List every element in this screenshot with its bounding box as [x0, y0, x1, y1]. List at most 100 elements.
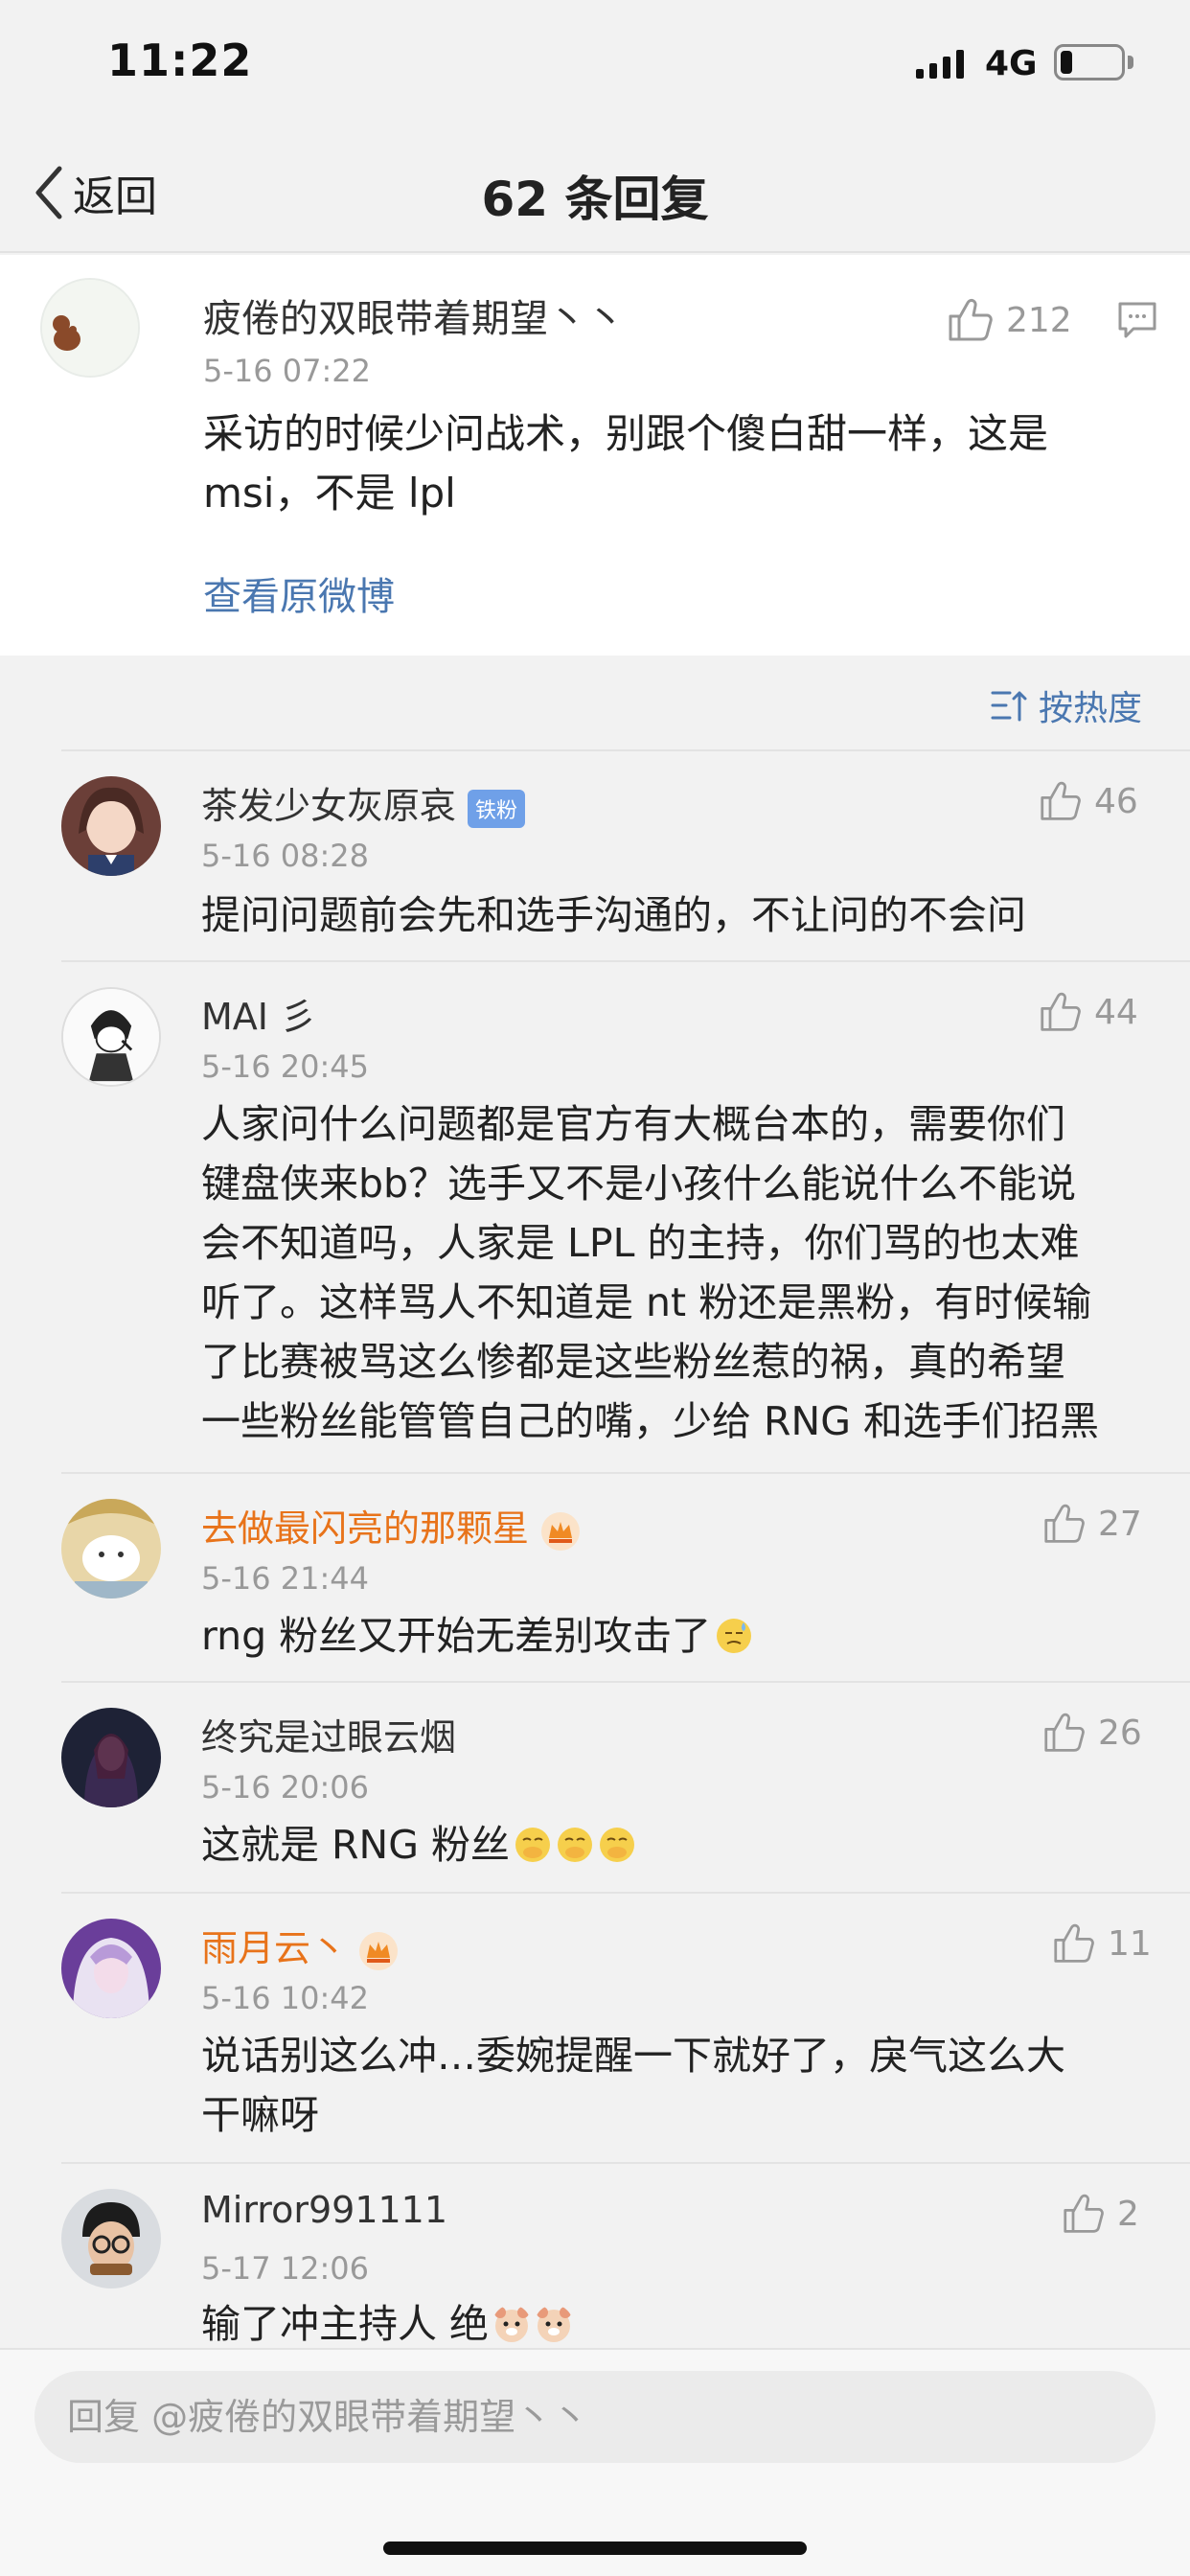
content-line: 提问问题前会先和选手沟通的，不让问的不会问	[201, 892, 1026, 938]
content-line: 会不知道吗，人家是 LPL 的主持，你们骂的也太难	[201, 1220, 1080, 1266]
reply-time: 5-16 21:44	[201, 1560, 370, 1597]
reply-username[interactable]: 终究是过眼云烟	[201, 1708, 456, 1760]
dark-portrait-avatar-icon	[61, 1708, 161, 1807]
thumbs-up-icon	[1041, 992, 1081, 1031]
covering-mouth-emoji-icon	[515, 1828, 550, 1862]
cartoon-cat-avatar-icon	[61, 1499, 161, 1598]
thumbs-up-icon	[949, 298, 993, 341]
content-line: 听了。这样骂人不知道是 nt 粉还是黑粉，有时候输	[201, 1279, 1092, 1325]
like-count: 11	[1108, 1923, 1152, 1964]
reply-like-button[interactable]: 44	[1039, 991, 1138, 1033]
reply-like-button[interactable]: 27	[1042, 1503, 1142, 1545]
content-line: msi，不是 lpl	[203, 470, 456, 517]
avatar[interactable]	[61, 1708, 161, 1807]
reply-time: 5-16 08:28	[201, 838, 370, 874]
nav-bar: 返回 62 条回复	[0, 134, 1190, 253]
hamster-emoji-icon	[494, 2307, 530, 2342]
like-count: 46	[1094, 781, 1138, 821]
content-line: 键盘侠来bb？选手又不是小孩什么能说什么不能说	[201, 1161, 1077, 1207]
sweat-emoji-icon	[717, 1619, 752, 1653]
content-line: 一些粉丝能管管自己的嘴，少给 RNG 和选手们招黑	[201, 1398, 1099, 1444]
thumbs-up-icon	[1041, 781, 1081, 820]
reply-item: 去做最闪亮的那颗星 5-16 21:44 27 rng 粉丝又开始无差别攻击了	[61, 1472, 1190, 1681]
reply-item: 雨月云丶 5-16 10:42 11 说话别这么冲…委婉提醒一下就好了，戾气这么…	[61, 1892, 1190, 2162]
reply-username[interactable]: MAI 彡	[201, 987, 316, 1040]
reply-like-button[interactable]: 11	[1052, 1922, 1152, 1965]
reply-time: 5-16 20:06	[201, 1769, 370, 1806]
avatar[interactable]	[61, 2189, 161, 2288]
avatar[interactable]	[61, 987, 161, 1087]
reply-like-button[interactable]: 2	[1062, 2193, 1139, 2235]
reply-item: MAI 彡 5-16 20:45 44 人家问什么问题都是官方有大概台本的，需要…	[61, 960, 1190, 1472]
reply-time: 5-16 10:42	[201, 1980, 370, 2016]
reply-username[interactable]: 去做最闪亮的那颗星	[201, 1499, 581, 1552]
like-count: 26	[1098, 1713, 1142, 1753]
content-text: rng 粉丝又开始无差别攻击了	[201, 1613, 712, 1659]
content-line: 人家问什么问题都是官方有大概台本的，需要你们	[201, 1101, 1065, 1147]
original-comment: 疲倦的双眼带着期望丶丶 5-16 07:22 212 采访的时候少问战术，别跟个…	[0, 255, 1190, 656]
reply-username[interactable]: 茶发少女灰原哀 铁粉	[201, 776, 526, 829]
reply-item: 终究是过眼云烟 5-16 20:06 26 这就是 RNG 粉丝	[61, 1681, 1190, 1892]
content-line: 输了冲主持人 绝	[201, 2294, 1169, 2354]
thumbs-up-icon	[1064, 2194, 1104, 2233]
content-line: rng 粉丝又开始无差别攻击了	[201, 1606, 1169, 1666]
thumbs-up-icon	[1044, 1713, 1085, 1752]
reply-input[interactable]	[34, 2371, 1156, 2463]
reply-item: 茶发少女灰原哀 铁粉 5-16 08:28 46 提问问题前会先和选手沟通的，不让…	[61, 749, 1190, 960]
content-line: 这就是 RNG 粉丝	[201, 1815, 1169, 1874]
sort-by-hot-button[interactable]: 按热度	[991, 680, 1142, 730]
reply-username[interactable]: Mirror991111	[201, 2189, 447, 2231]
cellular-signal-icon	[916, 50, 964, 79]
view-original-link[interactable]: 查看原微博	[203, 565, 395, 621]
glasses-boy-avatar-icon	[61, 2189, 161, 2288]
hamster-emoji-icon	[537, 2307, 572, 2342]
reply-content: rng 粉丝又开始无差别攻击了	[201, 1606, 1169, 1666]
sort-icon	[991, 691, 1027, 722]
reply-content: 人家问什么问题都是官方有大概台本的，需要你们 键盘侠来bb？选手又不是小孩什么能…	[201, 1094, 1169, 1451]
content-line: 采访的时候少问战术，别跟个傻白甜一样，这是	[203, 410, 1049, 457]
status-bar: 11:22 4G	[0, 0, 1190, 134]
reply-item: Mirror991111 5-17 12:06 2 输了冲主持人 绝	[61, 2162, 1190, 2348]
original-content: 采访的时候少问战术，别跟个傻白甜一样，这是 msi，不是 lpl	[203, 404, 1161, 523]
reply-content: 提问问题前会先和选手沟通的，不让问的不会问	[201, 886, 1169, 945]
covering-mouth-emoji-icon	[600, 1828, 634, 1862]
battery-tip	[1128, 56, 1133, 69]
content-line: 了比赛被骂这么惨都是这些粉丝惹的祸，真的希望	[201, 1339, 1065, 1385]
avatar[interactable]	[61, 1919, 161, 2018]
avatar[interactable]	[40, 278, 140, 378]
reply-time: 5-16 20:45	[201, 1048, 370, 1085]
reply-bar	[0, 2348, 1190, 2576]
thumbs-up-icon	[1044, 1504, 1085, 1543]
thumbs-up-icon	[1054, 1923, 1094, 1963]
reply-like-button[interactable]: 46	[1039, 780, 1138, 822]
content-text: 输了冲主持人 绝	[201, 2301, 490, 2347]
battery-icon	[1054, 44, 1125, 80]
bear-avatar-icon	[42, 280, 138, 376]
fan-badge: 铁粉	[468, 789, 526, 828]
reply-content: 输了冲主持人 绝	[201, 2294, 1169, 2354]
content-line: 干嘛呀	[201, 2092, 319, 2138]
reply-time: 5-17 12:06	[201, 2250, 370, 2287]
avatar[interactable]	[61, 1499, 161, 1598]
like-count: 44	[1094, 992, 1138, 1032]
sketch-avatar-icon	[63, 989, 159, 1085]
comment-icon[interactable]	[1117, 301, 1157, 339]
home-indicator	[383, 2542, 807, 2555]
username-text: 雨月云丶	[201, 1927, 348, 1969]
original-time: 5-16 07:22	[203, 353, 372, 389]
like-count: 27	[1098, 1504, 1142, 1544]
status-time: 11:22	[107, 34, 253, 86]
vip-crown-icon	[541, 1511, 581, 1551]
original-username[interactable]: 疲倦的双眼带着期望丶丶	[203, 288, 625, 343]
sort-label: 按热度	[1039, 689, 1143, 728]
reply-like-button[interactable]: 26	[1042, 1712, 1142, 1754]
reply-username[interactable]: 雨月云丶	[201, 1919, 399, 1971]
anime-girl-avatar-icon	[61, 776, 161, 876]
content-line: 说话别这么冲…委婉提醒一下就好了，戾气这么大	[201, 2033, 1065, 2079]
original-like-button[interactable]: 212	[947, 297, 1072, 343]
original-like-count: 212	[1006, 300, 1072, 340]
network-type: 4G	[985, 44, 1038, 83]
vip-crown-icon	[359, 1931, 399, 1970]
avatar[interactable]	[61, 776, 161, 876]
covering-mouth-emoji-icon	[558, 1828, 592, 1862]
